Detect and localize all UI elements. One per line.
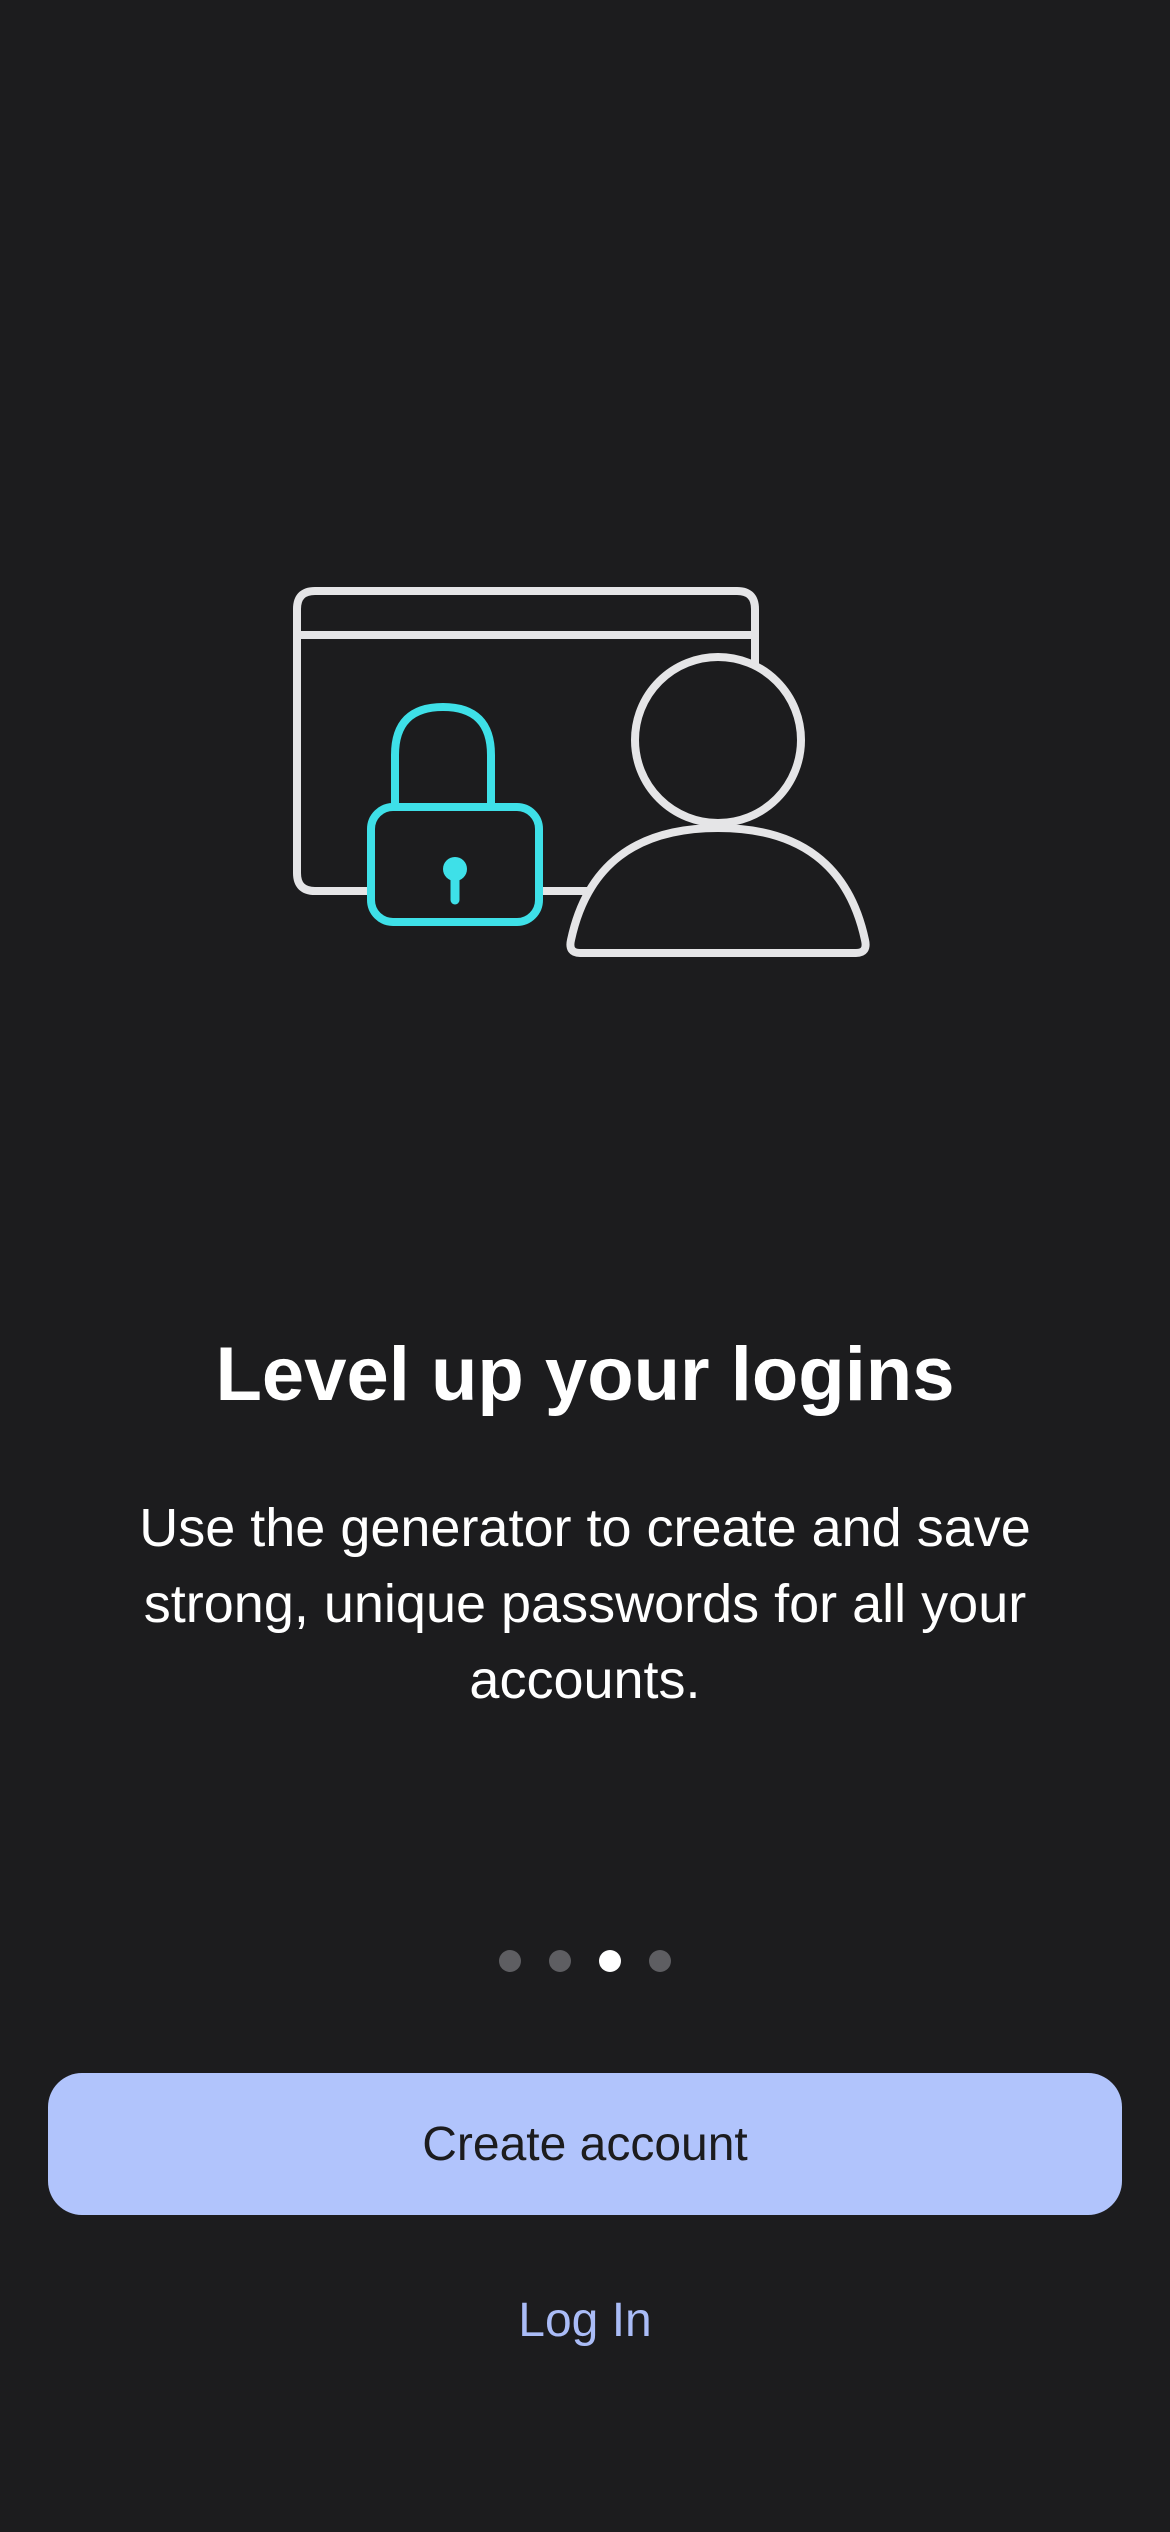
page-dot-4[interactable]: [649, 1950, 671, 1972]
padlock-icon: [367, 702, 543, 926]
onboarding-description: Use the generator to create and save str…: [139, 1498, 1031, 1710]
page-dot-3[interactable]: [599, 1950, 621, 1972]
onboarding-title: Level up your logins: [215, 1332, 955, 1417]
page-dot-1[interactable]: [499, 1950, 521, 1972]
user-icon: [566, 653, 870, 957]
onboarding-illustration: [280, 575, 900, 975]
page-indicator[interactable]: [0, 1950, 1170, 1974]
page-dot-2[interactable]: [549, 1950, 571, 1972]
onboarding-screen: Level up your logins Use the generator t…: [0, 0, 1170, 2532]
log-in-button[interactable]: Log In: [385, 2280, 785, 2360]
create-account-button[interactable]: Create account: [48, 2073, 1122, 2215]
